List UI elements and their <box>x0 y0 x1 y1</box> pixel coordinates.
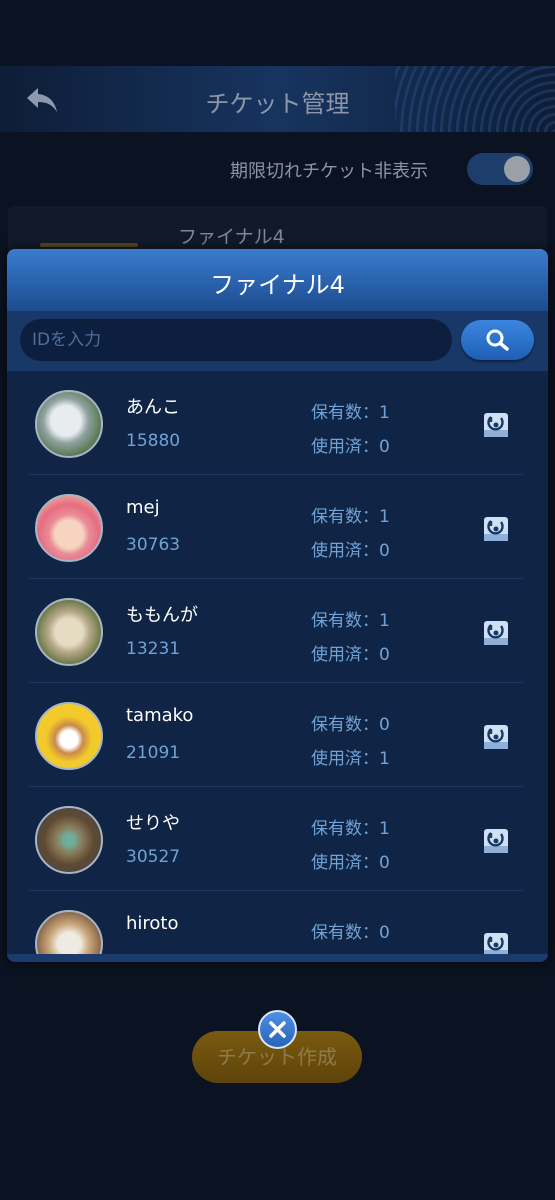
search-input[interactable] <box>20 319 452 361</box>
modal-footer-edge <box>7 954 548 962</box>
member-list[interactable]: あんこ 15880 保有数：1 使用済：0 mej 30763 保有数：1 使用… <box>7 371 548 954</box>
hide-expired-toggle[interactable] <box>467 153 533 185</box>
page-title: チケット管理 <box>205 90 350 118</box>
ticket-card-accent <box>40 243 138 247</box>
used-count: 使用済：0 <box>311 853 390 873</box>
member-row: tamako 21091 保有数：0 使用済：1 <box>29 683 523 787</box>
used-count: 使用済：0 <box>311 437 390 457</box>
held-count: 保有数：1 <box>311 507 390 527</box>
avatar <box>35 806 103 874</box>
used-count: 使用済：0 <box>311 541 390 561</box>
avatar <box>35 494 103 562</box>
member-id: 13231 <box>126 639 181 659</box>
ticket-action-icon[interactable] <box>482 515 510 543</box>
used-count: 使用済：0 <box>311 645 390 665</box>
member-name: ももんが <box>126 605 198 626</box>
held-count: 保有数：1 <box>311 611 390 631</box>
ticket-card-title: ファイナル4 <box>178 226 285 248</box>
avatar <box>35 390 103 458</box>
member-row: せりや 30527 保有数：1 使用済：0 <box>29 787 523 891</box>
member-id: 15880 <box>126 431 181 451</box>
modal-header: ファイナル4 <box>7 249 548 311</box>
member-name: あんこ <box>126 397 180 418</box>
ticket-action-icon[interactable] <box>482 827 510 855</box>
close-modal-button[interactable] <box>258 1010 297 1049</box>
hide-expired-label: 期限切れチケット非表示 <box>230 161 428 182</box>
member-id: 21091 <box>126 743 181 763</box>
search-icon <box>486 329 509 351</box>
held-count: 保有数：0 <box>311 715 390 735</box>
held-count: 保有数：1 <box>311 403 390 423</box>
member-row: ももんが 13231 保有数：1 使用済：0 <box>29 579 523 683</box>
ticket-action-icon[interactable] <box>482 931 510 954</box>
toggle-knob <box>504 156 530 182</box>
modal-title: ファイナル4 <box>210 271 345 299</box>
ticket-action-icon[interactable] <box>482 411 510 439</box>
avatar <box>35 702 103 770</box>
member-row: hiroto 保有数：0 <box>29 891 523 954</box>
member-id: 30763 <box>126 535 181 555</box>
ticket-member-modal: ファイナル4 あんこ 15880 保有数：1 使用済：0 <box>7 249 548 962</box>
search-button[interactable] <box>461 320 534 360</box>
member-name: mej <box>126 497 160 518</box>
used-count: 使用済：1 <box>311 749 390 769</box>
member-name: せりや <box>126 813 180 834</box>
avatar <box>35 910 103 954</box>
member-id: 30527 <box>126 847 181 867</box>
member-row: あんこ 15880 保有数：1 使用済：0 <box>29 371 523 475</box>
member-row: mej 30763 保有数：1 使用済：0 <box>29 475 523 579</box>
search-bar <box>7 311 548 371</box>
close-icon <box>269 1021 286 1038</box>
avatar <box>35 598 103 666</box>
member-name: hiroto <box>126 913 179 934</box>
ticket-action-icon[interactable] <box>482 723 510 751</box>
ticket-action-icon[interactable] <box>482 619 510 647</box>
held-count: 保有数：1 <box>311 819 390 839</box>
member-name: tamako <box>126 705 194 726</box>
held-count: 保有数：0 <box>311 923 390 943</box>
